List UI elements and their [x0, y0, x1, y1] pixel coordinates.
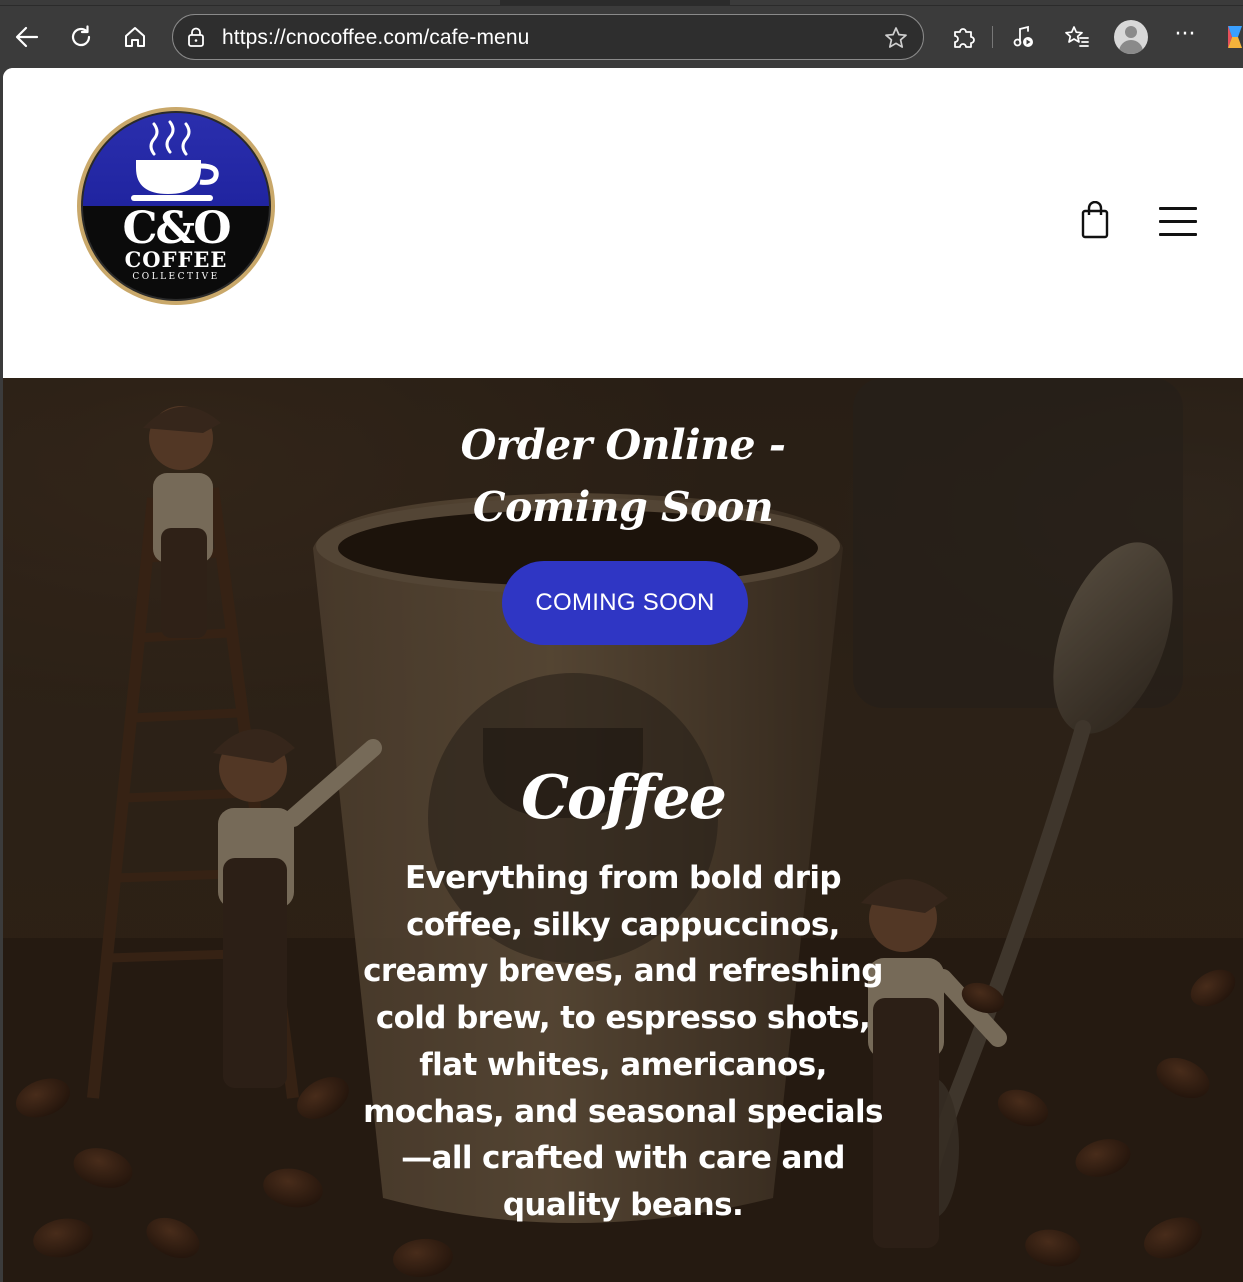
home-button[interactable]: [118, 20, 152, 54]
arrow-left-icon: [15, 26, 39, 48]
section-description: Everything from bold drip coffee, silky …: [363, 860, 883, 1223]
browser-toolbar: https://cnocoffee.com/cafe-menu ···: [0, 0, 1243, 68]
site-logo[interactable]: C&O COFFEE COLLECTIVE: [76, 106, 276, 306]
address-bar[interactable]: https://cnocoffee.com/cafe-menu: [172, 14, 924, 60]
profile-icon[interactable]: [1114, 20, 1148, 54]
copilot-icon[interactable]: [1224, 22, 1243, 52]
shopping-bag-icon[interactable]: [1079, 201, 1111, 239]
coming-soon-button[interactable]: COMING SOON: [502, 561, 748, 645]
puzzle-icon: [954, 28, 975, 48]
refresh-button[interactable]: [64, 20, 98, 54]
web-page: C&O COFFEE COLLECTIVE Order Online - Com…: [3, 68, 1243, 1282]
tab[interactable]: [0, 0, 500, 5]
hero-section: Order Online - Coming Soon COMING SOON C…: [3, 378, 1243, 1282]
hero-title: Order Online - Coming Soon: [460, 421, 786, 531]
toolbar-separator: [992, 26, 993, 48]
tab[interactable]: [730, 0, 1243, 5]
lock-icon[interactable]: [185, 26, 207, 48]
svg-text:COLLECTIVE: COLLECTIVE: [132, 272, 219, 282]
favorites-button[interactable]: [1060, 20, 1094, 54]
media-button[interactable]: [1006, 20, 1040, 54]
extensions-button[interactable]: [946, 20, 980, 54]
refresh-icon: [71, 25, 91, 47]
site-header: C&O COFFEE COLLECTIVE: [3, 68, 1243, 378]
music-icon: [1013, 25, 1033, 47]
svg-text:COFFEE: COFFEE: [125, 247, 228, 272]
tab-strip: [0, 0, 1243, 6]
ellipsis-icon[interactable]: ···: [1170, 22, 1200, 52]
section-title: Coffee: [521, 763, 727, 833]
url-text[interactable]: https://cnocoffee.com/cafe-menu: [222, 26, 529, 50]
favorites-list-icon: [1065, 26, 1089, 47]
back-button[interactable]: [10, 20, 44, 54]
home-icon: [125, 27, 145, 47]
star-icon[interactable]: [883, 25, 909, 51]
hamburger-menu-icon[interactable]: [1159, 207, 1197, 237]
